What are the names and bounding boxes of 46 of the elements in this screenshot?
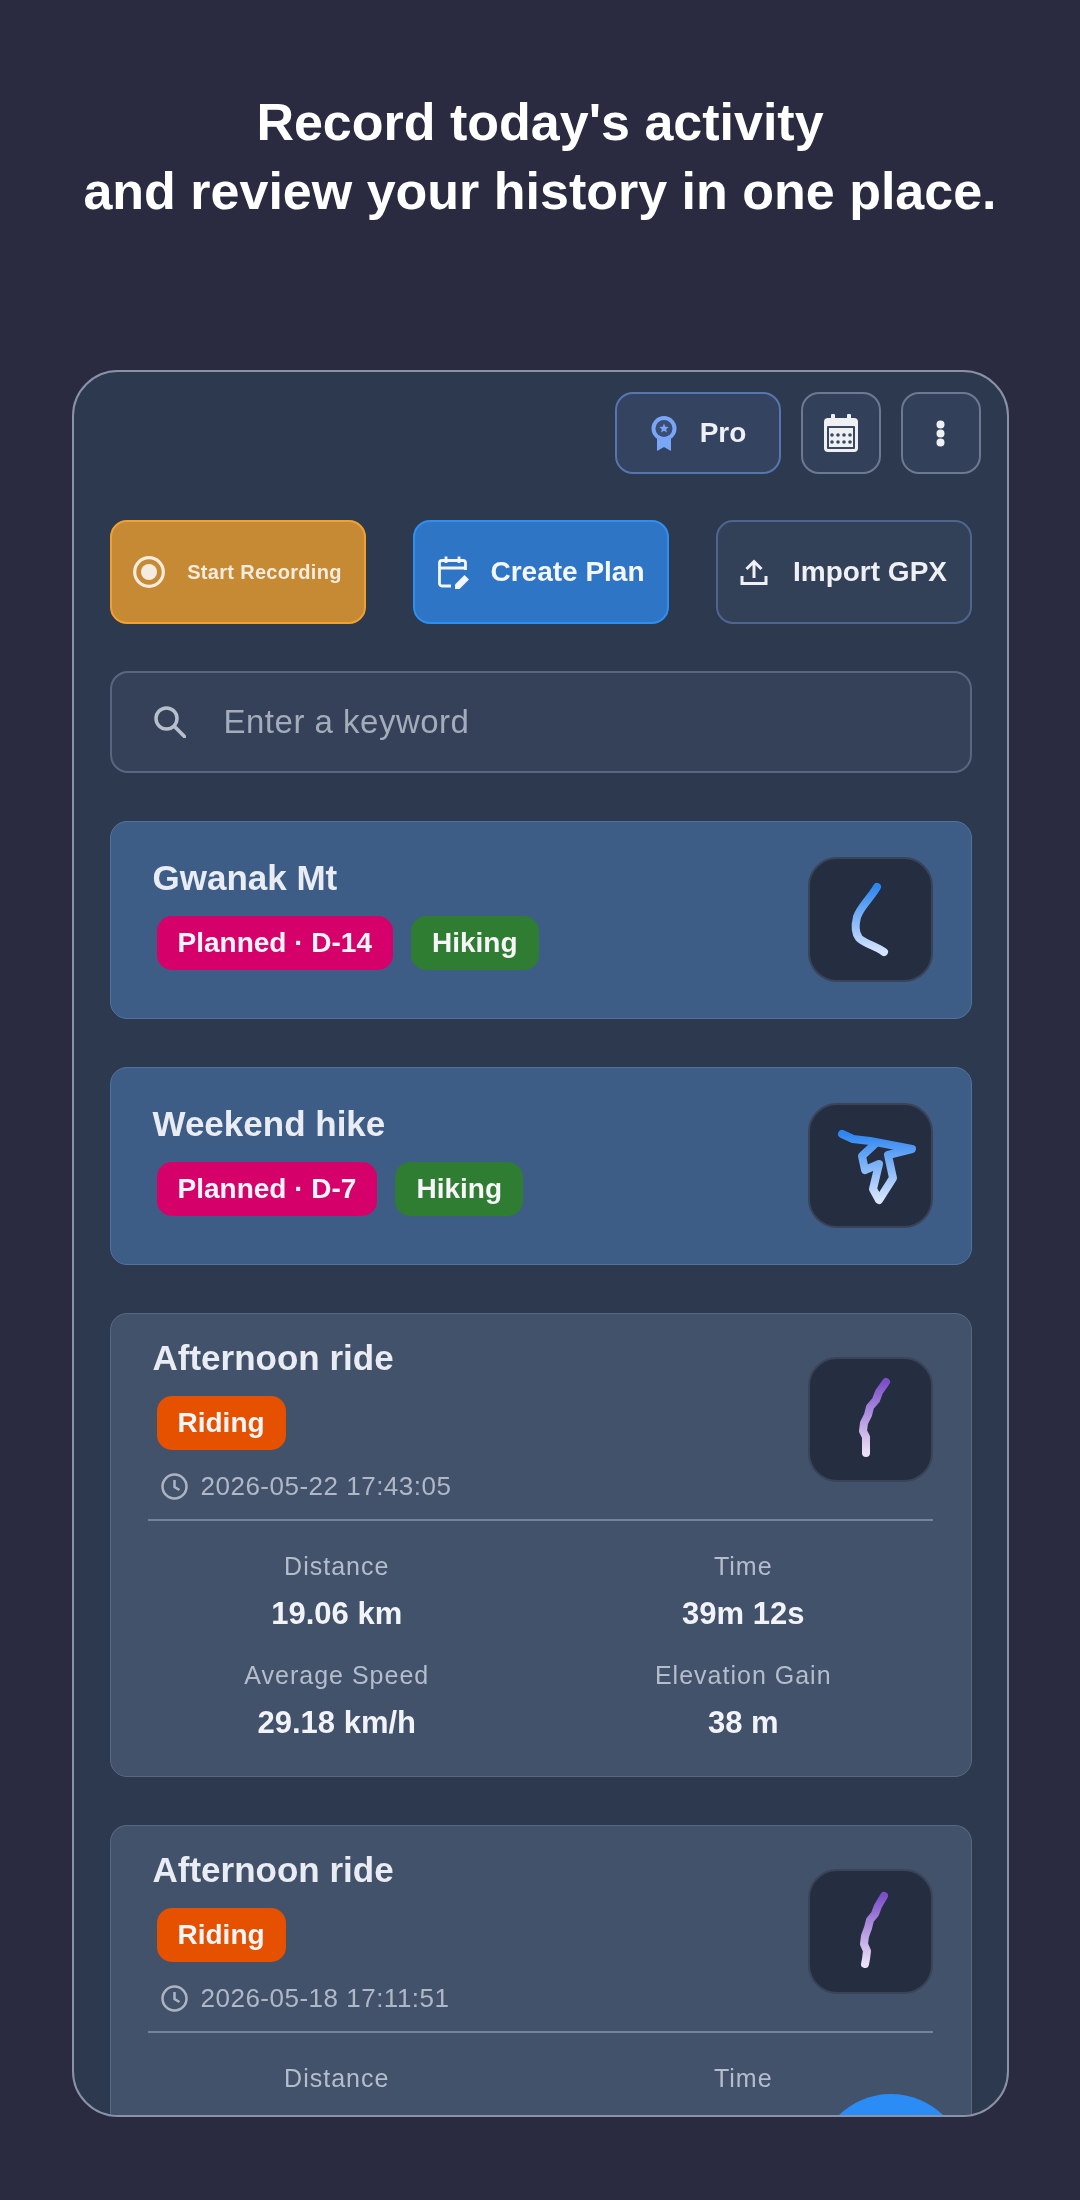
plan-card[interactable]: Weekend hike Planned · D-7 Hiking (109, 1067, 972, 1265)
stat-label: Time (713, 1551, 773, 1582)
route-icon (807, 857, 933, 982)
upload-icon (740, 558, 768, 586)
activity-card[interactable]: Afternoon ride Riding 2026-05-18 17:11:51 Distance Time (109, 1825, 972, 2115)
card-title: Gwanak Mt (152, 857, 338, 899)
tag: Riding (156, 1396, 286, 1450)
headline: Record today's activity and review your history in one place. (83, 92, 997, 222)
plan-card[interactable]: Gwanak Mt Planned · D-14 Hiking (109, 821, 972, 1019)
stat-value: 29.18 km/h (257, 1704, 416, 1742)
search-icon (153, 706, 186, 738)
card-title: Afternoon ride (152, 1337, 394, 1379)
stat-label: Distance (284, 1551, 390, 1582)
more-button[interactable] (900, 392, 981, 474)
stat-label: Time (713, 2063, 773, 2094)
route-icon (807, 1869, 933, 1994)
tag: Planned · D-7 (156, 1162, 378, 1216)
stat-value: 38 m (707, 1704, 779, 1742)
activity-card[interactable]: Afternoon ride Riding 2026-05-22 17:43:05 Distance 19.06 km Time 39m 12s Average Speed 29.18 km/h Elevation Gain 38 m (109, 1313, 972, 1777)
medal-icon (648, 415, 679, 451)
stat-label: Average Speed (244, 1660, 430, 1691)
tag: Hiking (395, 1162, 523, 1216)
clock-icon (160, 1472, 188, 1500)
stat-value: 19.06 km (271, 1595, 403, 1633)
route-icon (807, 1357, 933, 1482)
recorded-time: 2026-05-22 17:43:05 (200, 1470, 452, 1502)
search-field[interactable]: Enter a keyword (109, 671, 972, 773)
stat-value: 39m 12s (682, 1595, 805, 1633)
stat-label: Elevation Gain (654, 1660, 832, 1691)
clock-icon (160, 1984, 188, 2012)
import-gpx-button[interactable]: Import GPX (715, 520, 972, 624)
card-title: Weekend hike (152, 1103, 386, 1145)
card-title: Afternoon ride (152, 1849, 394, 1891)
calendar-button[interactable] (800, 392, 881, 474)
tag: Planned · D-14 (156, 916, 393, 970)
more-icon (936, 419, 945, 447)
tag: Hiking (411, 916, 539, 970)
calendar-icon (823, 414, 858, 452)
tag: Riding (156, 1908, 286, 1962)
record-icon (133, 556, 166, 588)
stat-label: Distance (284, 2063, 390, 2094)
calendar-edit-icon (436, 555, 471, 589)
pro-button[interactable]: Pro (614, 392, 781, 474)
recorded-time: 2026-05-18 17:11:51 (200, 1982, 450, 2014)
create-plan-button[interactable]: Create Plan (412, 520, 669, 624)
route-icon (807, 1103, 933, 1228)
